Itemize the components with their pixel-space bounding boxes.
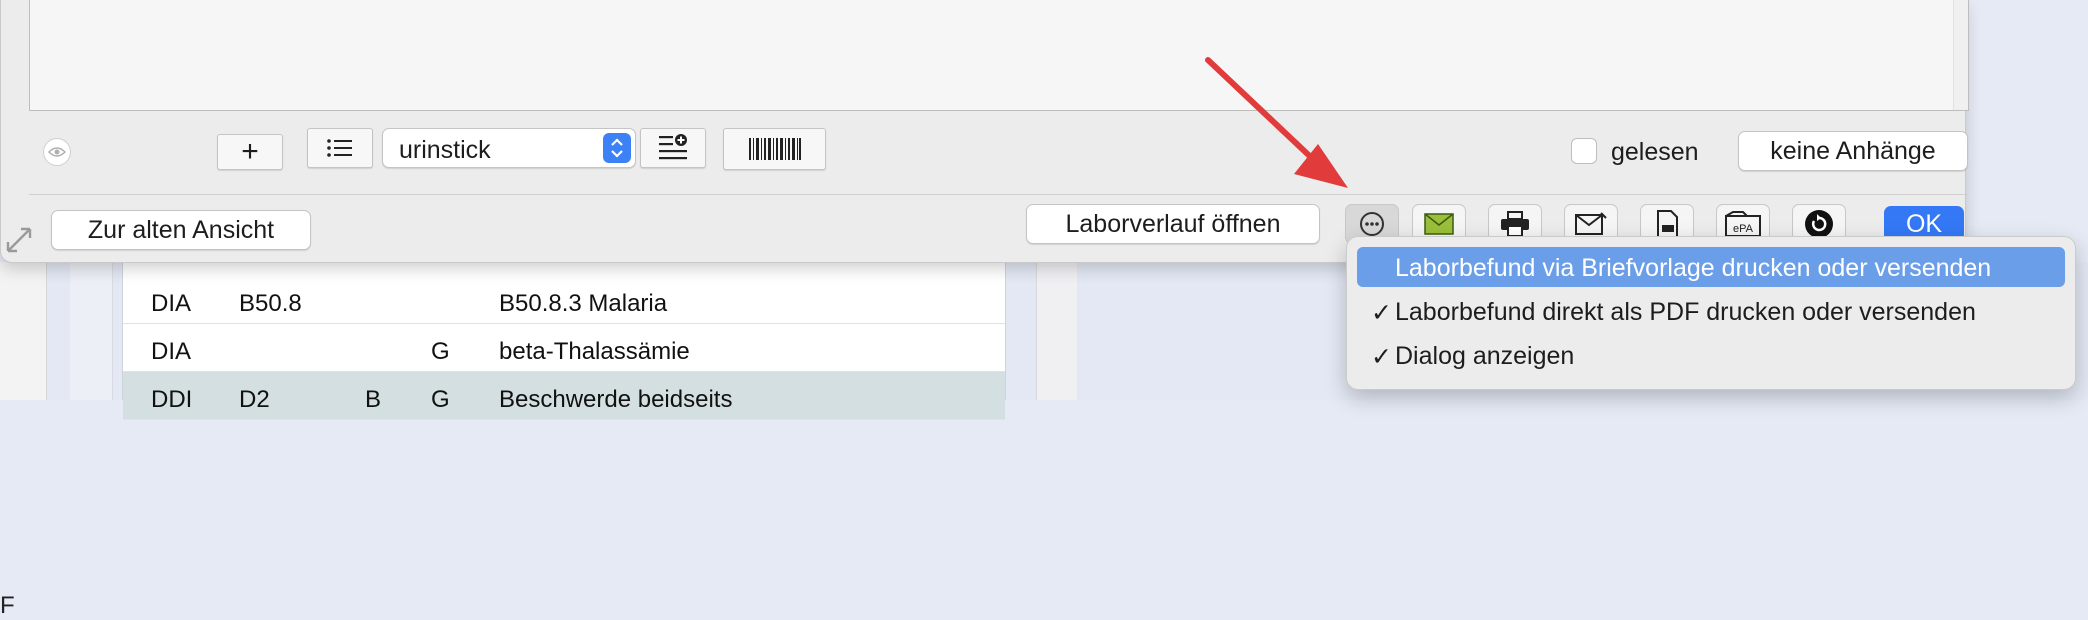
printer-icon — [1501, 211, 1529, 237]
table-row[interactable]: DIA G beta-Thalassämie — [123, 324, 1005, 372]
ellipsis-circle-icon — [1360, 212, 1384, 236]
type-select[interactable]: urinstick — [382, 128, 636, 168]
menu-item-briefvorlage[interactable]: Laborbefund via Briefvorlage drucken ode… — [1357, 247, 2065, 287]
diagnosis-table: DIA B50.8 B50.8.3 Malaria DIA G beta-Tha… — [122, 262, 1006, 420]
menu-item-show-dialog[interactable]: ✓ Dialog anzeigen — [1357, 335, 2065, 375]
table-row-selected[interactable]: DDI D2 B G Beschwerde beidseits — [123, 372, 1005, 420]
envelope-icon — [1575, 212, 1607, 235]
checkmark-icon: ✓ — [1371, 299, 1392, 327]
menu-item-label: Laborbefund via Briefvorlage drucken ode… — [1395, 254, 1992, 282]
type-select-value: urinstick — [399, 136, 491, 164]
table-row[interactable]: DIA B50.8 B50.8.3 Malaria — [123, 276, 1005, 324]
epa-icon: ePA — [1725, 211, 1761, 237]
mail-icon — [1424, 213, 1454, 235]
table-cell-text: Beschwerde beidseits — [499, 386, 733, 413]
lab-report-sheet: + urinstick gelesen keine Anhänge Zur al… — [0, 0, 1969, 263]
read-label: gelesen — [1611, 138, 1699, 166]
menu-item-label: Dialog anzeigen — [1395, 342, 1575, 370]
add-line-button[interactable] — [640, 128, 706, 168]
table-cell-text: B50.8.3 Malaria — [499, 290, 668, 317]
menu-item-label: Laborbefund direkt als PDF drucken oder … — [1395, 298, 1976, 326]
read-checkbox[interactable] — [1571, 138, 1597, 164]
list-add-icon — [659, 134, 687, 160]
lab-history-button[interactable]: Laborverlauf öffnen — [1026, 204, 1320, 244]
document-print-icon — [1657, 210, 1678, 238]
expand-icon[interactable] — [5, 226, 33, 259]
menu-item-pdf[interactable]: ✓ Laborbefund direkt als PDF drucken ode… — [1357, 291, 2065, 331]
chevron-updown-icon — [603, 133, 631, 163]
table-cell-side: B — [365, 386, 382, 413]
checkmark-icon: ✓ — [1371, 343, 1392, 371]
table-cell-code: B50.8 — [239, 290, 302, 317]
barcode-icon — [748, 138, 801, 160]
old-view-button[interactable]: Zur alten Ansicht — [51, 210, 311, 250]
text-area-scrollbar[interactable] — [1953, 0, 1968, 110]
table-cell-certainty: G — [431, 386, 450, 413]
list-button[interactable] — [307, 128, 373, 168]
table-cell-text: beta-Thalassämie — [499, 338, 690, 365]
left-edge-text: F — [0, 592, 15, 619]
refresh-circle-icon — [1805, 210, 1833, 238]
report-text-area[interactable] — [29, 0, 1969, 111]
attachments-button[interactable]: keine Anhänge — [1738, 131, 1968, 171]
background-right-column — [1036, 262, 1077, 400]
table-cell-type: DIA — [151, 290, 192, 317]
table-cell-certainty: G — [431, 338, 450, 365]
list-icon — [327, 139, 352, 157]
add-button[interactable]: + — [217, 134, 283, 170]
table-cell-code: D2 — [239, 386, 270, 413]
epa-icon-label: ePA — [1733, 223, 1754, 235]
background-left-column: F — [0, 262, 47, 619]
table-cell-type: DIA — [151, 338, 192, 365]
barcode-button[interactable] — [723, 128, 826, 170]
annotation-arrow — [1205, 57, 1348, 188]
toolbar-divider — [29, 194, 1969, 195]
table-cell-type: DDI — [151, 386, 193, 413]
send-options-menu: Laborbefund via Briefvorlage drucken ode… — [1346, 236, 2076, 390]
background-separator-column — [70, 262, 113, 400]
eye-icon[interactable] — [43, 138, 71, 166]
